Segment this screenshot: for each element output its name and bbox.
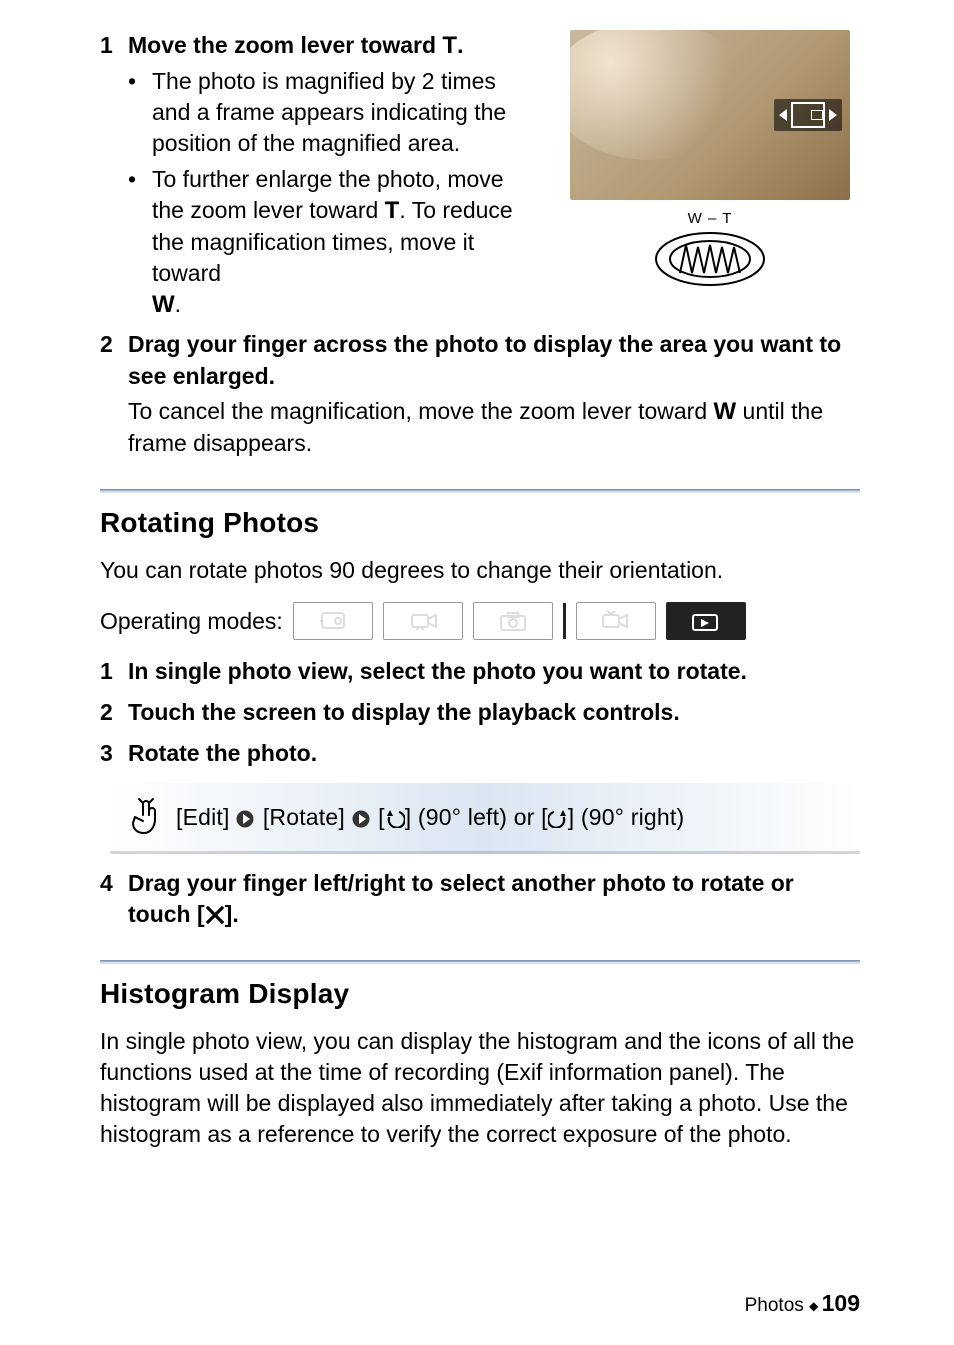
- step1-bullet2-c: .: [175, 291, 181, 317]
- rotate-step4-b: ].: [225, 901, 239, 927]
- mode-auto-disabled: [293, 602, 373, 640]
- rotate-section-title: Rotating Photos: [100, 507, 860, 539]
- photo-highlight: [570, 30, 750, 160]
- rotate-intro: You can rotate photos 90 degrees to chan…: [100, 555, 860, 586]
- bullet-dot-icon: •: [128, 164, 152, 195]
- tele-icon: T: [442, 32, 457, 59]
- sample-photo: [570, 30, 850, 200]
- zoom-lever-icon: [650, 229, 770, 289]
- step1-heading-a: Move the zoom lever toward: [128, 32, 442, 58]
- operating-modes-row: Operating modes:: [100, 602, 860, 640]
- mode-photo-disabled: [473, 602, 553, 640]
- mode-separator-icon: [563, 603, 566, 639]
- rotate-step4: Drag your finger left/right to select an…: [128, 868, 860, 930]
- step1-figure: W – T: [560, 30, 860, 289]
- operating-modes-label: Operating modes:: [100, 608, 283, 635]
- rotate-step4-num: 4: [100, 868, 128, 899]
- callout-edit: [Edit]: [176, 804, 230, 830]
- rotate-step4-list: 4 Drag your finger left/right to select …: [100, 868, 860, 930]
- chevron-right-icon: [352, 810, 372, 828]
- rotate-step3-row: 3 Rotate the photo.: [100, 738, 860, 769]
- step2-number: 2: [100, 329, 128, 360]
- nav-frame-icon: [791, 102, 825, 128]
- magnify-nav-overlay: [774, 99, 842, 131]
- step2-body-a: To cancel the magnification, move the zo…: [128, 398, 714, 424]
- step2-heading: Drag your finger across the photo to dis…: [128, 329, 860, 391]
- wt-label: W – T: [688, 210, 733, 227]
- touch-icon: [130, 797, 164, 837]
- rotate-right-icon: [548, 808, 568, 828]
- step1-bullet2: To further enlarge the photo, move the z…: [152, 164, 540, 322]
- histogram-para: In single photo view, you can display th…: [100, 1026, 860, 1150]
- callout-rotate: [Rotate]: [263, 804, 345, 830]
- nav-right-icon: [829, 109, 837, 121]
- rotate-step3-num: 3: [100, 738, 128, 769]
- step1-heading: Move the zoom lever toward T.: [128, 30, 463, 62]
- page-footer: Photos ◆ 109: [745, 1290, 860, 1317]
- rotate-step2: Touch the screen to display the playback…: [128, 697, 680, 728]
- footer-section: Photos: [745, 1295, 804, 1316]
- step1-bullet2-row: • To further enlarge the photo, move the…: [128, 164, 540, 322]
- nav-frame-inner: [811, 110, 823, 120]
- histogram-title: Histogram Display: [100, 978, 860, 1010]
- close-icon: [205, 905, 225, 925]
- wide-icon: W: [152, 291, 175, 318]
- callout-left: ] (90° left) or [: [405, 804, 548, 830]
- step1-bullet1: The photo is magnified by 2 times and a …: [152, 66, 540, 159]
- rotate-step4-row: 4 Drag your finger left/right to select …: [100, 868, 860, 930]
- step1-text: 1 Move the zoom lever toward T. • The ph…: [100, 30, 540, 325]
- rotate-step3: Rotate the photo.: [128, 738, 317, 769]
- diamond-icon: ◆: [809, 1299, 822, 1313]
- rotate-step1-row: 1 In single photo view, select the photo…: [100, 656, 860, 687]
- rotate-step1-num: 1: [100, 656, 128, 687]
- rotate-step2-row: 2 Touch the screen to display the playba…: [100, 697, 860, 728]
- step1-block: 1 Move the zoom lever toward T. • The ph…: [100, 30, 860, 325]
- step1-bullet1-row: • The photo is magnified by 2 times and …: [128, 66, 540, 159]
- bullet-dot-icon: •: [128, 66, 152, 97]
- mode-movie-disabled: [383, 602, 463, 640]
- nav-left-icon: [779, 109, 787, 121]
- section-divider-icon: [100, 489, 860, 493]
- step1-bullets: • The photo is magnified by 2 times and …: [128, 66, 540, 321]
- rotate-step2-num: 2: [100, 697, 128, 728]
- tele-icon: T: [385, 197, 400, 224]
- section-divider-icon: [100, 960, 860, 964]
- chevron-right-icon: [236, 810, 256, 828]
- callout-right: ] (90° right): [568, 804, 685, 830]
- mode-photo-play-active: [666, 602, 746, 640]
- mode-movie-play-disabled: [576, 602, 656, 640]
- step1-heading-b: .: [457, 32, 463, 58]
- rotate-callout-text: [Edit] [Rotate] [] (90° left) or [] (90°…: [176, 804, 684, 831]
- footer-page-number: 109: [822, 1290, 860, 1316]
- step2-body: To cancel the magnification, move the zo…: [128, 396, 860, 459]
- step1-heading-row: 1 Move the zoom lever toward T.: [100, 30, 540, 62]
- step1-number: 1: [100, 30, 128, 61]
- wide-icon: W: [714, 398, 737, 425]
- rotate-step1: In single photo view, select the photo y…: [128, 656, 747, 687]
- rotate-callout: [Edit] [Rotate] [] (90° left) or [] (90°…: [110, 783, 860, 854]
- page: 1 Move the zoom lever toward T. • The ph…: [0, 0, 954, 1345]
- rotate-left-icon: [385, 808, 405, 828]
- rotate-steps: 1 In single photo view, select the photo…: [100, 656, 860, 769]
- step2-heading-row: 2 Drag your finger across the photo to d…: [100, 329, 860, 391]
